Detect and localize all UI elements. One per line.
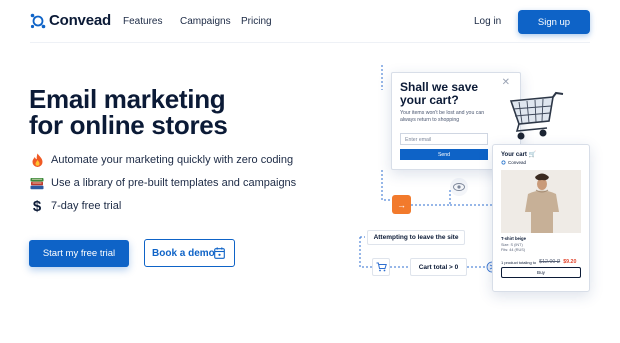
feature-item-trial: $ 7-day free trial [30,197,122,215]
nav-link-pricing[interactable]: Pricing [241,16,272,27]
dollar-icon: $ [32,197,42,215]
shopping-cart-icon [509,91,564,140]
books-icon [30,176,44,190]
close-icon[interactable]: ✕ [502,77,510,88]
cart-total-condition: Cart total > 0 [410,258,467,276]
hero-title-line-2: for online stores [29,110,228,140]
popup-title: Shall we save your cart? [400,80,479,107]
buy-button[interactable]: Buy [501,267,581,278]
nav-link-features[interactable]: Features [123,16,162,27]
book-demo-button[interactable]: Book a demo [144,239,235,267]
hero-title-line-1: Email marketing [29,84,226,114]
product-image [501,170,581,233]
product-name: T-shirt beige [501,236,526,241]
arrow-right-icon: → [392,195,411,214]
logo-text: Convead [49,12,111,29]
new-price: $9.20 [563,259,577,265]
cart-email-preview: Your cart 🛒 Convead T-shirt beige Size: … [492,144,590,292]
signup-button[interactable]: Sign up [518,10,590,34]
abandoned-cart-illustration: Shall we save your cart? ✕ Your items wo… [355,55,620,343]
product-meta: Size: S (INT) Fits: 44 (RUS) [501,243,526,252]
popup-subtitle: Your items won't be lost and you can alw… [400,110,485,123]
cart-icon-box [372,258,390,276]
popup-send-button[interactable]: Send [400,149,488,160]
cart-title: Your cart 🛒 [501,152,537,158]
cart-icon [376,262,387,272]
nav-divider [30,42,590,43]
cart-brand: Convead [501,160,526,165]
feature-text: Automate your marketing quickly with zer… [51,154,294,166]
calendar-icon [214,247,225,259]
convead-logo-icon [30,13,46,28]
feature-text: 7-day free trial [51,200,122,212]
hero-title: Email marketing for online stores [29,86,228,138]
fire-icon [30,153,44,167]
cart-total: 1 product totaling to $12.00 ₽ $9.20 [501,259,577,265]
feature-text: Use a library of pre-built templates and… [51,177,297,189]
logo[interactable]: Convead [30,12,111,29]
old-price: $12.00 ₽ [539,259,561,265]
top-navigation: Convead Features Campaigns Pricing Log i… [0,0,620,42]
feature-item-library: Use a library of pre-built templates and… [30,176,296,190]
login-link[interactable]: Log in [474,16,501,27]
nav-link-campaigns[interactable]: Campaigns [180,16,231,27]
start-free-trial-button[interactable]: Start my free trial [29,240,129,267]
leave-site-trigger: Attempting to leave the site [367,230,465,245]
convead-logo-icon [501,160,506,165]
popup-email-field[interactable]: Enter email [400,133,488,145]
feature-item-automate: Automate your marketing quickly with zer… [30,153,293,167]
book-demo-label: Book a demo [152,247,215,259]
